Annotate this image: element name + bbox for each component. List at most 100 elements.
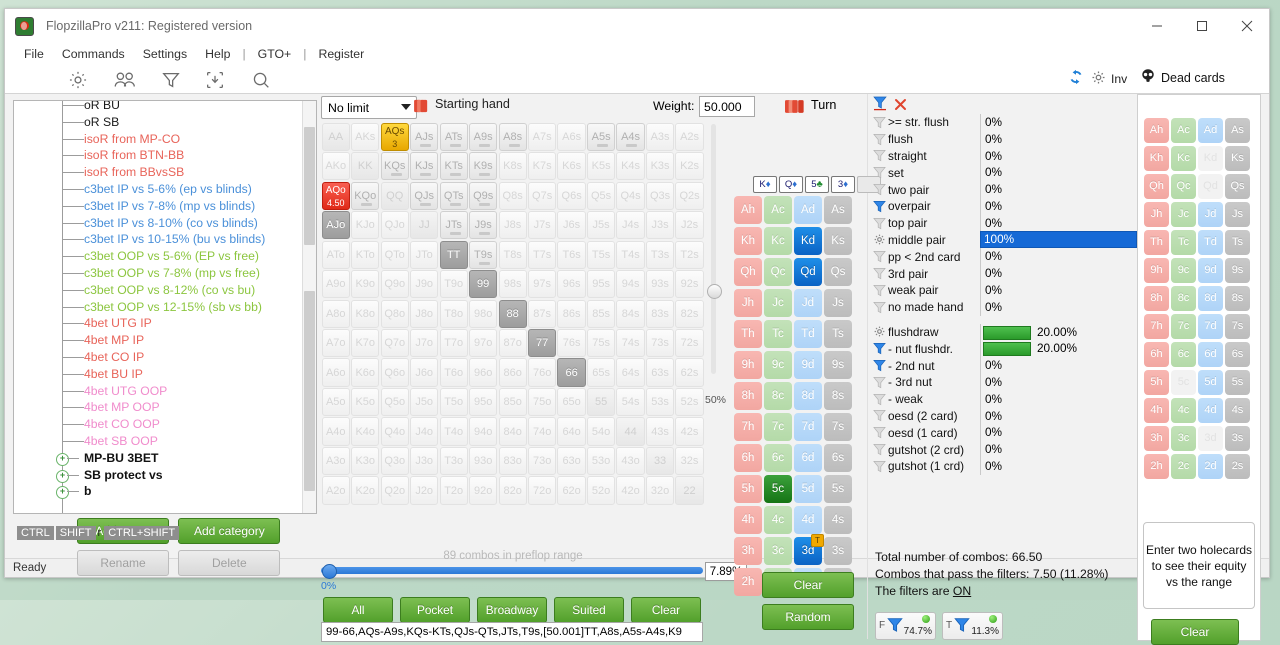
card-3h[interactable]: 3h	[734, 536, 762, 565]
card-3d[interactable]: 3d T	[794, 533, 824, 565]
delete-button[interactable]: Delete	[178, 550, 281, 576]
expand-icon[interactable]: +	[56, 486, 69, 500]
hand-cell[interactable]: T3o	[439, 446, 468, 476]
card-Qh[interactable]: Qh	[734, 257, 762, 286]
funnel-icon[interactable]	[873, 284, 886, 297]
hand-cell[interactable]: 53s	[645, 387, 675, 417]
hand-cell[interactable]: 42o	[616, 476, 645, 505]
dead-card-Kc[interactable]: Kc	[1171, 145, 1196, 171]
gear-icon[interactable]	[67, 69, 89, 91]
hand-cell[interactable]: 87s	[527, 299, 557, 328]
hand-cell[interactable]: T2s	[675, 240, 704, 269]
dead-card-Tc[interactable]: Tc	[1171, 229, 1196, 255]
hand-cell[interactable]: T9o	[439, 270, 468, 299]
tree-range-row[interactable]: c3bet OOP vs 8-12% (co vs bu)	[14, 282, 302, 299]
hand-cell[interactable]: 52o	[586, 476, 616, 505]
hand-cell[interactable]: AQo 4.50	[321, 181, 350, 210]
filter-funnel-icon[interactable]	[873, 96, 890, 114]
tree-range-row[interactable]: 4bet BU IP	[14, 366, 302, 383]
hand-cell[interactable]: 63o	[557, 446, 586, 476]
hand-cell[interactable]: KK	[351, 152, 380, 181]
hand-cell[interactable]: 95s	[586, 270, 616, 299]
quick-button-pocket[interactable]: Pocket	[400, 597, 470, 623]
hand-cell[interactable]: J7o	[410, 328, 439, 358]
hand-cell[interactable]: 92o	[469, 476, 498, 505]
card-7h[interactable]: 7h	[734, 412, 762, 441]
hand-cell[interactable]: T8o	[439, 299, 468, 328]
hand-cell[interactable]: 96o	[469, 358, 498, 387]
board-random-button[interactable]: Random	[762, 604, 854, 630]
card-8s[interactable]: 8s	[824, 381, 852, 410]
funnel-icon[interactable]	[873, 250, 886, 263]
card-Js[interactable]: Js	[824, 288, 852, 317]
search-icon[interactable]	[250, 69, 272, 91]
hand-cell[interactable]: 43s	[645, 417, 675, 446]
funnel-icon[interactable]	[873, 200, 886, 213]
dead-card-2h[interactable]: 2h	[1144, 453, 1169, 479]
hand-cell[interactable]: ATs	[439, 122, 468, 151]
menu-item-gtoplus[interactable]: GTO+	[249, 47, 301, 61]
filter-row[interactable]: overpair 0%	[873, 197, 1137, 215]
hand-cell[interactable]: J8o	[410, 299, 439, 328]
dead-cards-clear-button[interactable]: Clear	[1151, 619, 1239, 645]
funnel-icon[interactable]	[873, 426, 886, 439]
hand-cell[interactable]: A4o	[321, 417, 350, 446]
dead-card-8s[interactable]: 8s	[1225, 285, 1250, 311]
hand-cell[interactable]: Q7s	[527, 181, 557, 210]
card-6c[interactable]: 6c	[764, 443, 792, 472]
menu-item-settings[interactable]: Settings	[134, 47, 196, 61]
hand-cell[interactable]: 88	[498, 299, 527, 328]
hand-cell[interactable]: K8s	[498, 152, 527, 181]
hand-cell[interactable]: 73o	[527, 446, 557, 476]
hand-cell[interactable]: 54s	[616, 387, 645, 417]
card-Tc[interactable]: Tc	[764, 319, 792, 348]
hand-cell[interactable]: J5s	[586, 211, 616, 240]
range-percent-slider[interactable]	[321, 564, 703, 579]
hand-cell[interactable]: K7o	[351, 328, 380, 358]
tree-range-row[interactable]: isoR from BTN-BB	[14, 147, 302, 164]
filter-row[interactable]: weak pair 0%	[873, 281, 1137, 299]
hand-cell[interactable]: J4s	[616, 211, 645, 240]
hand-cell[interactable]: Q4o	[380, 417, 409, 446]
card-2h[interactable]: 2h	[734, 567, 762, 596]
funnel-icon[interactable]	[873, 166, 886, 179]
hand-cell[interactable]: 74s	[616, 328, 645, 358]
dead-card-Th[interactable]: Th	[1144, 229, 1169, 255]
filter-row[interactable]: no made hand 0%	[873, 298, 1137, 316]
hand-cell[interactable]: Q3o	[380, 446, 409, 476]
hand-cell[interactable]: 64o	[557, 417, 586, 446]
tree-range-row[interactable]: c3bet IP vs 8-10% (co vs blinds)	[14, 215, 302, 232]
menu-item-file[interactable]: File	[15, 47, 53, 61]
hand-cell[interactable]: TT	[439, 240, 468, 269]
quick-button-all[interactable]: All	[323, 597, 393, 623]
hand-cell[interactable]: 93s	[645, 270, 675, 299]
hand-cell[interactable]: T6s	[557, 240, 586, 269]
hand-cell[interactable]: T5o	[439, 387, 468, 417]
hand-cell[interactable]: 82s	[675, 299, 704, 328]
hand-cell[interactable]: J3o	[410, 446, 439, 476]
hand-cell[interactable]: 97o	[469, 328, 498, 358]
card-As[interactable]: As	[824, 195, 852, 224]
close-button[interactable]	[1224, 9, 1269, 43]
filter-badge[interactable]: F 74.7%	[875, 612, 936, 640]
tree-range-row[interactable]: c3bet IP vs 7-8% (mp vs blinds)	[14, 198, 302, 215]
hand-cell[interactable]: 86s	[557, 299, 586, 328]
hand-cell[interactable]: K7s	[527, 152, 557, 181]
card-5h[interactable]: 5h	[734, 474, 762, 503]
card-5d[interactable]: 5d	[794, 474, 822, 503]
card-Qd[interactable]: Qd	[794, 257, 822, 286]
dead-card-6d[interactable]: 6d	[1198, 341, 1223, 367]
hand-cell[interactable]: 97s	[527, 270, 557, 299]
hand-cell[interactable]: 65o	[557, 387, 586, 417]
hand-cell[interactable]: 62s	[675, 358, 704, 387]
hand-cell[interactable]: J5o	[410, 387, 439, 417]
filter-row[interactable]: straight 0%	[873, 147, 1137, 165]
hand-cell[interactable]: Q4s	[616, 181, 645, 210]
hand-cell[interactable]: Q3s	[645, 181, 675, 210]
hand-cell[interactable]: 63s	[645, 358, 675, 387]
tree-range-row[interactable]: c3bet IP vs 5-6% (ep vs blinds)	[14, 181, 302, 198]
hand-cell[interactable]: 72s	[675, 328, 704, 358]
dead-card-As[interactable]: As	[1225, 117, 1250, 143]
import-icon[interactable]	[204, 69, 226, 91]
funnel-icon[interactable]	[873, 217, 886, 230]
